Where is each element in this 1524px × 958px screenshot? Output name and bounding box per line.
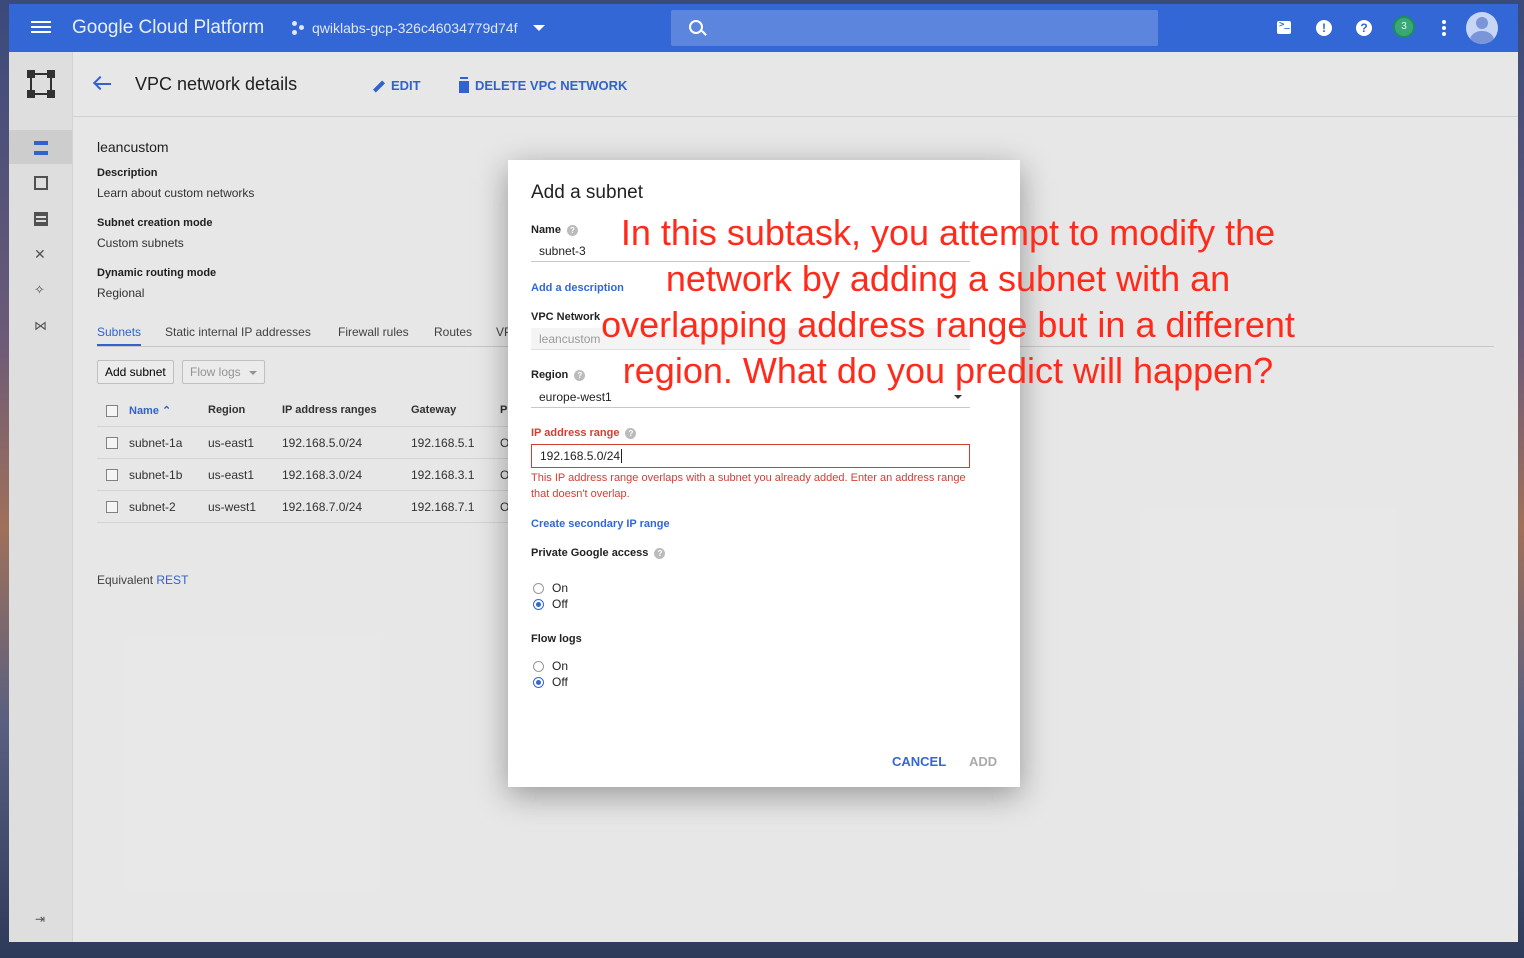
help-icon[interactable]: ? [566, 224, 578, 236]
search-input[interactable] [711, 10, 1145, 48]
browser-window: Google Cloud Platform qwiklabs-gcp-326c4… [9, 4, 1518, 942]
notifications-badge[interactable]: 3 [1393, 16, 1415, 38]
help-icon[interactable]: ? [654, 547, 666, 559]
brand-title[interactable]: Google Cloud Platform [72, 17, 264, 39]
radio-selected-icon [533, 598, 544, 610]
ip-range-error: This IP address range overlaps with a su… [531, 472, 966, 500]
alert-icon[interactable] [1314, 18, 1334, 38]
cloud-shell-icon[interactable] [1274, 18, 1294, 38]
radio-icon [533, 660, 544, 672]
ip-range-label: IP address range? [531, 427, 637, 439]
ip-range-field[interactable]: 192.168.5.0/24 [531, 444, 970, 468]
project-name: qwiklabs-gcp-326c46034779d74f [312, 20, 518, 36]
cancel-button[interactable]: CANCEL [892, 754, 946, 769]
project-icon [292, 21, 306, 35]
text-cursor [621, 449, 623, 463]
help-icon[interactable]: ? [574, 369, 586, 381]
add-button[interactable]: ADD [969, 754, 997, 769]
create-secondary-range-link[interactable]: Create secondary IP range [531, 518, 670, 530]
radio-icon [533, 582, 544, 594]
more-vert-icon[interactable] [1434, 18, 1454, 38]
help-icon[interactable]: ? [625, 427, 637, 439]
pga-on-radio[interactable]: On [533, 581, 568, 595]
dialog-title: Add a subnet [531, 182, 643, 203]
flow-logs-label: Flow logs [531, 633, 582, 645]
ip-range-value: 192.168.5.0/24 [540, 449, 621, 463]
vpc-network-label: VPC Network [531, 311, 601, 323]
region-label: Region? [531, 369, 586, 381]
search-bar[interactable] [671, 10, 1158, 48]
chevron-down-icon [533, 25, 546, 31]
pga-off-radio[interactable]: Off [533, 597, 568, 611]
project-selector[interactable]: qwiklabs-gcp-326c46034779d74f [292, 20, 546, 36]
search-icon [689, 20, 703, 34]
private-google-access-label: Private Google access? [531, 547, 666, 559]
flow-logs-off-radio[interactable]: Off [533, 675, 568, 689]
annotation-text: In this subtask, you attempt to modify t… [601, 212, 1295, 391]
flow-logs-on-radio[interactable]: On [533, 659, 568, 673]
hamburger-menu-icon[interactable] [31, 18, 51, 38]
chevron-down-icon [954, 395, 962, 399]
help-icon[interactable] [1354, 18, 1374, 38]
notifications-count: 3 [1401, 21, 1407, 32]
name-label: Name? [531, 224, 578, 236]
top-bar: Google Cloud Platform qwiklabs-gcp-326c4… [9, 4, 1518, 52]
avatar[interactable] [1466, 12, 1498, 44]
radio-selected-icon [533, 676, 544, 688]
